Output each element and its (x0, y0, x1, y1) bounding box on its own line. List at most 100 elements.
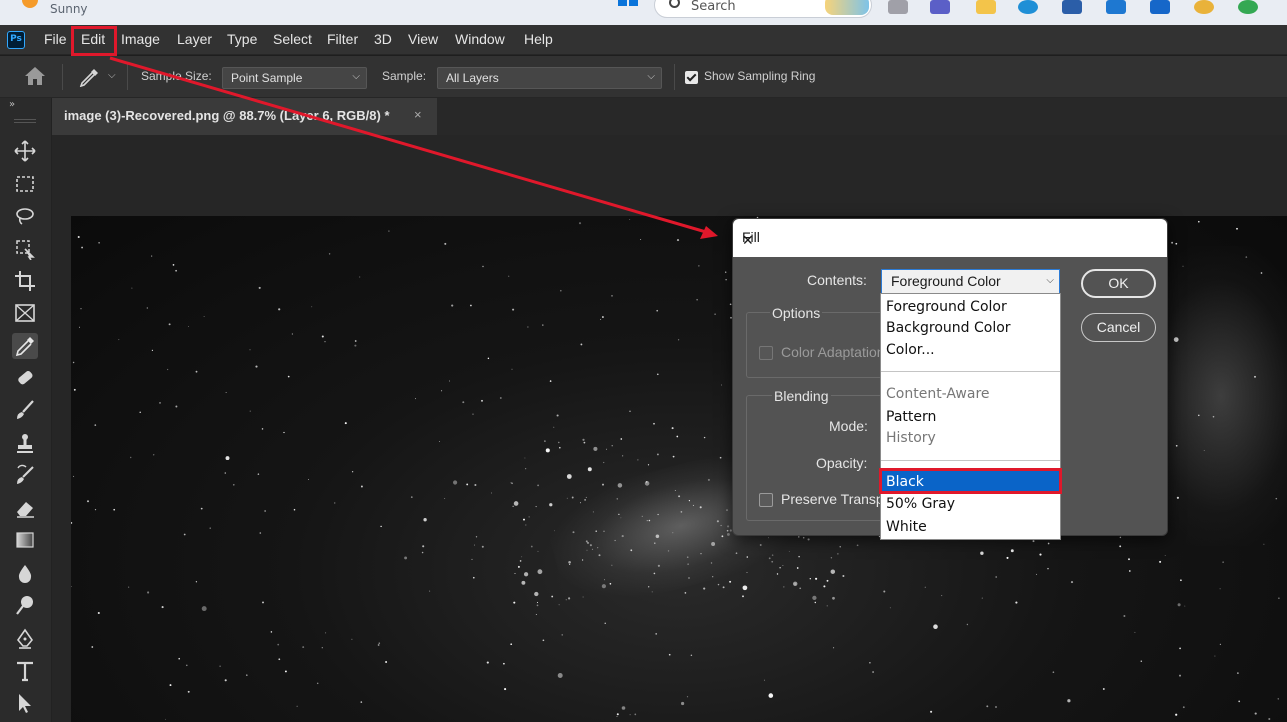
windows-taskbar: Sunny Search (0, 0, 1287, 25)
pen-tool-icon[interactable] (12, 626, 38, 652)
contents-select[interactable]: Foreground Color ⌵ (881, 269, 1060, 294)
star (73, 475, 75, 477)
star (512, 308, 515, 311)
marquee-tool-icon[interactable] (12, 171, 38, 197)
menu-help[interactable]: Help (524, 31, 553, 47)
crop-tool-icon[interactable] (12, 268, 38, 294)
dropdown-option-black[interactable]: Black (881, 471, 1060, 493)
star (360, 485, 363, 488)
taskbar-search-placeholder: Search (691, 0, 736, 14)
star (473, 544, 476, 546)
menu-file[interactable]: File (44, 31, 67, 47)
star (178, 657, 180, 660)
menu-view[interactable]: View (408, 31, 438, 47)
menu-filter[interactable]: Filter (327, 31, 358, 47)
menu-3d[interactable]: 3D (374, 31, 392, 47)
star (444, 242, 447, 245)
close-icon[interactable]: ✕ (742, 229, 754, 251)
star (451, 304, 454, 307)
menu-window[interactable]: Window (455, 31, 505, 47)
document-tab[interactable]: image (3)-Recovered.png @ 88.7% (Layer 6… (52, 98, 437, 135)
star (653, 422, 655, 425)
chrome-profile-icon[interactable] (1238, 0, 1258, 14)
path-select-tool-icon[interactable] (12, 690, 38, 716)
star (296, 705, 298, 707)
history-brush-tool-icon[interactable] (12, 462, 38, 488)
star (1179, 647, 1181, 650)
panel-grip[interactable] (14, 119, 36, 123)
show-sampling-ring-checkbox[interactable] (685, 71, 698, 84)
taskbar-app-icon[interactable] (888, 0, 908, 14)
object-select-tool-icon[interactable] (12, 236, 38, 262)
store-icon[interactable] (1062, 0, 1082, 14)
menu-image[interactable]: Image (121, 31, 160, 47)
remote-desktop-icon[interactable] (1106, 0, 1126, 14)
brush-tool-icon[interactable] (12, 397, 38, 423)
healing-brush-tool-icon[interactable] (12, 365, 38, 391)
star (1177, 603, 1181, 607)
star (1203, 449, 1205, 451)
star (1179, 674, 1181, 677)
star (603, 461, 605, 464)
preset-chevron-icon[interactable]: ⌵ (108, 70, 116, 81)
type-tool-icon[interactable] (12, 658, 38, 684)
star (1182, 706, 1185, 709)
move-tool-icon[interactable] (12, 138, 38, 164)
dodge-tool-icon[interactable] (12, 592, 38, 618)
star (444, 497, 446, 499)
windows-start-icon[interactable] (618, 0, 638, 14)
clone-stamp-tool-icon[interactable] (12, 430, 38, 456)
star (535, 506, 537, 508)
star (924, 586, 926, 588)
dropdown-option-50-gray[interactable]: 50% Gray (881, 493, 1060, 515)
frame-tool-icon[interactable] (12, 300, 38, 326)
panel-collapse-icon[interactable]: » (9, 99, 15, 110)
color-adaptation-label: Color Adaptation (781, 344, 885, 360)
menu-layer[interactable]: Layer (177, 31, 212, 47)
dropdown-option-color[interactable]: Color... (881, 339, 1060, 361)
preserve-transparency-checkbox[interactable] (759, 493, 773, 507)
lasso-tool-icon[interactable] (12, 203, 38, 229)
cancel-button[interactable]: Cancel (1081, 313, 1156, 342)
eraser-tool-icon[interactable] (12, 495, 38, 521)
star (826, 605, 828, 607)
taskbar-search-box[interactable]: Search (654, 0, 872, 18)
star (262, 601, 264, 604)
dropdown-option-pattern[interactable]: Pattern (881, 406, 1060, 428)
star (823, 585, 826, 588)
dropdown-option-foreground-color[interactable]: Foreground Color (881, 296, 1060, 318)
star (583, 441, 586, 444)
sample-size-select[interactable]: Point Sample ⌵ (222, 67, 367, 89)
menu-select[interactable]: Select (273, 31, 312, 47)
star (151, 255, 153, 257)
star (644, 481, 650, 486)
eyedropper-tool-icon[interactable] (12, 333, 38, 359)
star (621, 706, 626, 710)
star (768, 693, 774, 698)
vscode-icon[interactable] (1150, 0, 1170, 14)
close-tab-icon[interactable]: × (414, 107, 422, 122)
menu-type[interactable]: Type (227, 31, 257, 47)
edge-icon[interactable] (1018, 0, 1038, 14)
star (359, 276, 361, 278)
star (1128, 570, 1131, 572)
home-icon[interactable] (24, 66, 46, 86)
ok-button[interactable]: OK (1081, 269, 1156, 298)
eyedropper-preset-icon[interactable] (78, 67, 100, 87)
star (471, 558, 473, 560)
dialog-title-bar[interactable]: Fill ✕ (733, 219, 1167, 257)
teams-icon[interactable] (930, 0, 950, 14)
chrome-icon[interactable] (1194, 0, 1214, 14)
star (517, 565, 520, 568)
star (561, 634, 563, 636)
dropdown-option-white[interactable]: White (881, 516, 1060, 538)
star (554, 530, 555, 532)
file-explorer-icon[interactable] (976, 0, 996, 14)
blur-tool-icon[interactable] (12, 561, 38, 587)
sample-select[interactable]: All Layers ⌵ (437, 67, 662, 89)
options-separator (62, 64, 63, 90)
gradient-tool-icon[interactable] (12, 527, 38, 553)
star (441, 390, 443, 392)
dropdown-option-background-color[interactable]: Background Color (881, 317, 1060, 339)
photoshop-logo-icon[interactable]: Ps (7, 31, 25, 49)
